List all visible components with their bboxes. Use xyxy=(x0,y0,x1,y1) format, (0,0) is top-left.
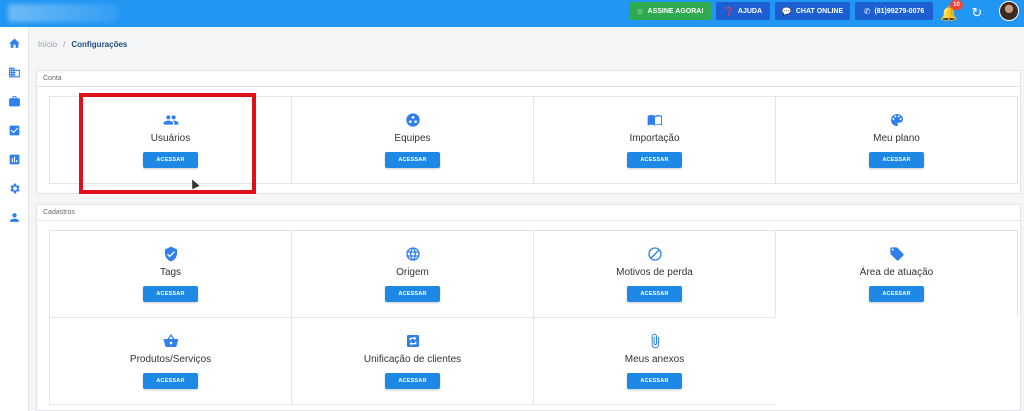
ajuda-button[interactable]: ❓ AJUDA xyxy=(716,2,770,20)
acessar-meu-plano-button[interactable]: ACESSAR xyxy=(869,152,924,168)
phone-label: (81)99279-0076 xyxy=(874,7,925,15)
ajuda-label: AJUDA xyxy=(737,7,763,15)
breadcrumb-current: Configurações xyxy=(71,40,128,49)
acessar-origem-button[interactable]: ACESSAR xyxy=(385,286,440,302)
card-equipes: Equipes ACESSAR xyxy=(291,96,534,184)
globe-icon xyxy=(404,245,422,263)
home-icon[interactable] xyxy=(6,35,23,52)
acessar-produtos-button[interactable]: ACESSAR xyxy=(143,373,198,389)
breadcrumb-separator: / xyxy=(63,40,66,49)
palette-icon xyxy=(888,111,906,129)
card-unificacao-de-clientes: Unificação de clientes ACESSAR xyxy=(291,317,534,405)
team-icon xyxy=(404,111,422,129)
merge-icon xyxy=(404,332,422,350)
acessar-anexos-button[interactable]: ACESSAR xyxy=(627,373,682,389)
highlight-box xyxy=(79,93,256,194)
card-label: Unificação de clientes xyxy=(363,354,462,365)
section-title-conta: Conta xyxy=(43,75,62,82)
card-label: Origem xyxy=(396,267,429,278)
chat-online-label: CHAT ONLINE xyxy=(795,7,844,15)
history-icon[interactable]: ↻ xyxy=(968,4,986,22)
sidebar xyxy=(0,27,29,411)
card-label: Tags xyxy=(159,267,182,278)
divider xyxy=(37,220,1020,221)
top-bar: ☆ ASSINE AGORA! ❓ AJUDA 💬 CHAT ONLINE ✆ … xyxy=(0,0,1024,27)
section-title-cadastros: Cadastros xyxy=(43,209,75,216)
acessar-area-button[interactable]: ACESSAR xyxy=(869,286,924,302)
card-label: Produtos/Serviços xyxy=(129,354,212,365)
card-produtos-servicos: Produtos/Serviços ACESSAR xyxy=(49,317,292,405)
star-icon: ☆ xyxy=(636,6,644,16)
help-icon: ❓ xyxy=(723,6,734,16)
card-label: Importação xyxy=(629,133,680,144)
cadastros-grid: Tags ACESSAR Origem ACESSAR Motivos de p… xyxy=(49,230,1018,405)
breadcrumb-home[interactable]: Início xyxy=(38,40,57,49)
empty-card xyxy=(775,317,1018,405)
card-meus-anexos: Meus anexos ACESSAR xyxy=(533,317,776,405)
acessar-tags-button[interactable]: ACESSAR xyxy=(143,286,198,302)
paperclip-icon xyxy=(646,332,664,350)
acessar-unificacao-button[interactable]: ACESSAR xyxy=(385,373,440,389)
cadastros-section: Cadastros Tags ACESSAR Origem ACESSAR Mo… xyxy=(36,204,1021,411)
user-icon[interactable] xyxy=(6,209,23,226)
card-importacao: Importação ACESSAR xyxy=(533,96,776,184)
shield-check-icon xyxy=(162,245,180,263)
acessar-motivos-button[interactable]: ACESSAR xyxy=(627,286,682,302)
assine-agora-button[interactable]: ☆ ASSINE AGORA! xyxy=(629,2,711,20)
gear-icon[interactable] xyxy=(6,180,23,197)
card-label: Área de atuação xyxy=(859,267,934,278)
app-logo[interactable] xyxy=(8,4,118,22)
card-tags: Tags ACESSAR xyxy=(49,230,292,318)
whatsapp-icon: ✆ xyxy=(863,6,871,16)
notification-badge: 10 xyxy=(950,0,963,10)
breadcrumb: Início / Configurações xyxy=(38,40,127,49)
block-icon xyxy=(646,245,664,263)
briefcase-icon[interactable] xyxy=(6,93,23,110)
card-meu-plano: Meu plano ACESSAR xyxy=(775,96,1018,184)
card-motivos-de-perda: Motivos de perda ACESSAR xyxy=(533,230,776,318)
acessar-equipes-button[interactable]: ACESSAR xyxy=(385,152,440,168)
building-icon[interactable] xyxy=(6,64,23,81)
card-origem: Origem ACESSAR xyxy=(291,230,534,318)
card-label: Meu plano xyxy=(873,133,920,144)
chart-icon[interactable] xyxy=(6,151,23,168)
chat-icon: 💬 xyxy=(781,6,792,16)
tag-icon xyxy=(888,245,906,263)
chat-online-button[interactable]: 💬 CHAT ONLINE xyxy=(775,2,850,20)
card-area-de-atuacao: Área de atuação ACESSAR xyxy=(775,230,1018,318)
whatsapp-button[interactable]: ✆ (81)99279-0076 xyxy=(855,2,933,20)
divider xyxy=(37,86,1020,87)
card-label: Motivos de perda xyxy=(616,267,693,278)
acessar-importacao-button[interactable]: ACESSAR xyxy=(627,152,682,168)
card-label: Equipes xyxy=(394,133,431,144)
assine-agora-label: ASSINE AGORA! xyxy=(647,7,704,15)
check-icon[interactable] xyxy=(6,122,23,139)
avatar[interactable] xyxy=(999,1,1019,21)
card-label: Meus anexos xyxy=(624,354,685,365)
book-icon xyxy=(646,111,664,129)
basket-icon xyxy=(162,332,180,350)
